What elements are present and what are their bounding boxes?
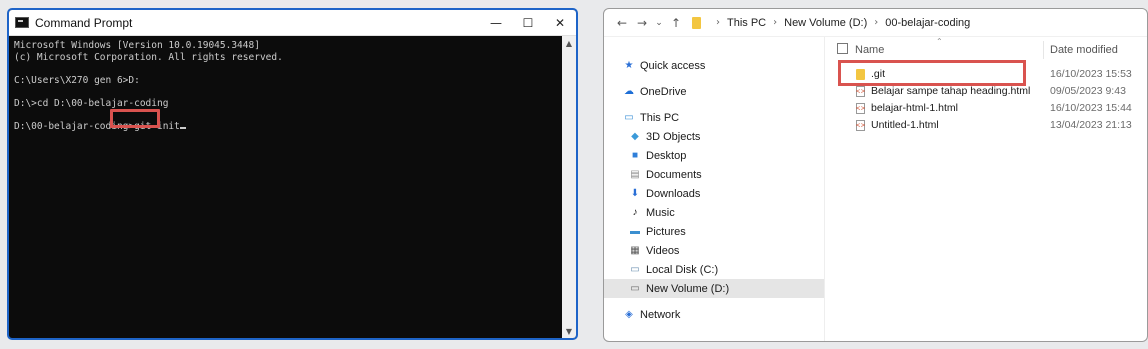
video-icon: ▦ xyxy=(630,244,640,256)
scroll-down-icon[interactable]: ▼ xyxy=(562,324,576,338)
cmd-console-output[interactable]: Microsoft Windows [Version 10.0.19045.34… xyxy=(9,36,562,338)
nav-desktop[interactable]: ■ Desktop xyxy=(629,146,686,165)
select-all-checkbox[interactable] xyxy=(837,43,848,54)
column-divider[interactable] xyxy=(1043,41,1044,59)
vertical-scrollbar[interactable]: ▲ ▼ xyxy=(562,36,576,338)
file-date: 13/04/2023 21:13 xyxy=(1050,119,1132,131)
breadcrumb-new-volume[interactable]: New Volume (D:) xyxy=(784,17,867,29)
console-line: C:\Users\X270 gen 6>D: xyxy=(14,74,140,86)
command-prompt-window: Command Prompt — ☐ ✕ Microsoft Windows [… xyxy=(7,8,578,340)
disk-icon: ▭ xyxy=(630,263,640,275)
close-button[interactable]: ✕ xyxy=(544,10,576,36)
forward-arrow-icon[interactable]: → xyxy=(632,16,652,30)
cmd-app-icon xyxy=(15,17,29,28)
cloud-icon: ☁ xyxy=(624,85,634,97)
chevron-down-icon[interactable]: ⌄ xyxy=(652,18,666,28)
minimize-button[interactable]: — xyxy=(480,10,512,36)
nav-documents[interactable]: ▤ Documents xyxy=(629,165,701,184)
nav-3d-objects[interactable]: ◆ 3D Objects xyxy=(629,127,700,146)
column-header-row: ⌃ Name Date modified xyxy=(826,37,1147,61)
download-icon: ⬇ xyxy=(630,187,640,199)
console-line: Microsoft Windows [Version 10.0.19045.34… xyxy=(14,40,260,51)
console-line: (c) Microsoft Corporation. All rights re… xyxy=(14,51,283,63)
nav-local-disk-c[interactable]: ▭ Local Disk (C:) xyxy=(629,260,718,279)
desktop-icon: ■ xyxy=(631,149,639,161)
sort-ascending-icon: ⌃ xyxy=(936,37,943,46)
html-file-icon: <> xyxy=(855,103,866,114)
breadcrumb-this-pc[interactable]: This PC xyxy=(727,17,766,29)
cmd-window-title: Command Prompt xyxy=(35,15,133,30)
chevron-right-icon: › xyxy=(874,17,879,28)
nav-new-volume-d[interactable]: ▭ New Volume (D:) xyxy=(604,279,824,298)
text-cursor xyxy=(179,126,186,129)
navigation-pane: ★ Quick access ☁ OneDrive ▭ This PC ◆ 3D… xyxy=(604,37,825,341)
music-icon: ♪ xyxy=(632,206,638,218)
nav-music[interactable]: ♪ Music xyxy=(629,203,675,222)
console-prompt-line[interactable]: D:\00-belajar-coding>git init xyxy=(14,121,557,133)
nav-network[interactable]: ◈ Network xyxy=(623,305,680,324)
git-init-highlight-box xyxy=(110,109,160,128)
file-name: Belajar sampe tahap heading.html xyxy=(871,85,1031,97)
file-name: belajar-html-1.html xyxy=(871,102,958,114)
back-arrow-icon[interactable]: ← xyxy=(612,16,632,30)
html-file-icon: <> xyxy=(855,120,866,131)
nav-pictures[interactable]: ▬ Pictures xyxy=(629,222,686,241)
console-line: D:\>cd D:\00-belajar-coding xyxy=(14,97,169,109)
document-icon: ▤ xyxy=(630,168,640,180)
file-explorer-window: ← → ⌄ ↑ › This PC › New Volume (D:) › 00… xyxy=(603,8,1148,342)
cmd-titlebar[interactable]: Command Prompt — ☐ ✕ xyxy=(9,10,576,36)
file-date: 16/10/2023 15:53 xyxy=(1050,68,1132,80)
breadcrumb-current-folder[interactable]: 00-belajar-coding xyxy=(885,17,970,29)
column-date-modified[interactable]: Date modified xyxy=(1050,44,1118,56)
column-name[interactable]: Name xyxy=(855,44,884,56)
cube-icon: ◆ xyxy=(631,130,639,142)
up-arrow-icon[interactable]: ↑ xyxy=(666,16,686,30)
file-name: Untitled-1.html xyxy=(871,119,939,131)
pictures-icon: ▬ xyxy=(630,225,640,237)
scroll-up-icon[interactable]: ▲ xyxy=(562,36,576,50)
file-date: 09/05/2023 9:43 xyxy=(1050,85,1126,97)
nav-videos[interactable]: ▦ Videos xyxy=(629,241,679,260)
chevron-right-icon: › xyxy=(716,17,720,28)
address-bar[interactable]: ← → ⌄ ↑ › This PC › New Volume (D:) › 00… xyxy=(604,9,1147,37)
chevron-right-icon: › xyxy=(773,17,778,28)
nav-this-pc[interactable]: ▭ This PC xyxy=(623,108,679,127)
nav-quick-access[interactable]: ★ Quick access xyxy=(623,56,706,75)
folder-icon xyxy=(692,16,701,29)
git-folder-highlight-box xyxy=(838,60,1026,86)
file-row[interactable]: <> Untitled-1.html 13/04/2023 21:13 xyxy=(826,117,1147,134)
computer-icon: ▭ xyxy=(624,111,634,123)
nav-downloads[interactable]: ⬇ Downloads xyxy=(629,184,701,203)
star-icon: ★ xyxy=(624,59,634,71)
file-date: 16/10/2023 15:44 xyxy=(1050,102,1132,114)
file-row[interactable]: <> belajar-html-1.html 16/10/2023 15:44 xyxy=(826,100,1147,117)
html-file-icon: <> xyxy=(855,86,866,97)
nav-onedrive[interactable]: ☁ OneDrive xyxy=(623,82,686,101)
network-icon: ◈ xyxy=(625,308,633,320)
disk-icon: ▭ xyxy=(630,282,640,294)
maximize-button[interactable]: ☐ xyxy=(512,10,544,36)
